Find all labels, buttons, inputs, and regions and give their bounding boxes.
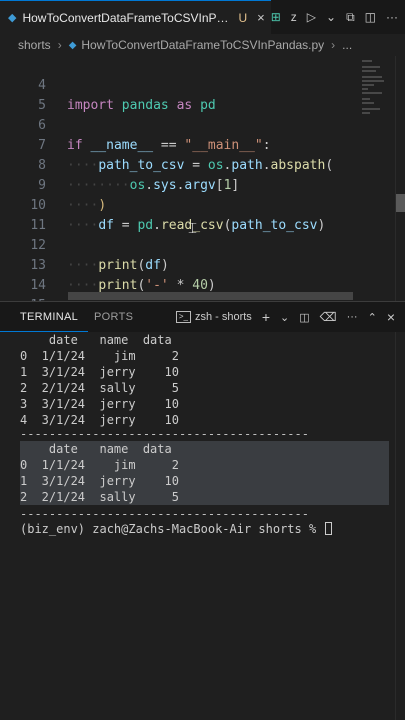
editor-actions-label: z [290,10,297,24]
terminal-line: 2 2/1/24 sally 5 [20,490,179,504]
terminal-selector[interactable]: >_ zsh - shorts [175,311,252,323]
terminal-line: 2 2/1/24 sally 5 [20,381,179,395]
terminal-line: date name data [20,333,172,347]
close-panel-icon[interactable]: × [387,309,395,325]
git-status-badge: U [238,10,248,25]
chevron-right-icon: › [57,38,62,52]
run-dropdown-icon[interactable]: ⌄ [326,10,336,24]
terminal-prompt: (biz_env) zach@Zachs-MacBook-Air shorts … [20,522,324,536]
python-file-icon: ◆ [8,12,17,24]
terminal-line: 1 3/1/24 jerry 10 [20,474,179,488]
terminal-line: ---------------------------------------- [20,427,309,441]
terminal-cursor [325,522,333,535]
python-file-icon: ◆ [68,39,77,51]
terminal-prompt-line: (biz_env) zach@Zachs-MacBook-Air shorts … [20,521,333,537]
breadcrumb: shorts › ◆ HowToConvertDataFrameToCSVInP… [0,34,405,56]
more-actions-icon[interactable]: ··· [386,10,398,24]
code-line: 6 if __name__ == "__main__": [0,96,360,153]
code-line: 14 [0,256,360,293]
compare-icon[interactable]: ⧉ [346,10,355,25]
code-line: 5 [0,76,360,113]
editor-horizontal-scrollbar[interactable] [68,292,353,300]
editor-scrollbar[interactable] [395,56,405,301]
breadcrumb-more[interactable]: ... [342,38,352,52]
terminal-line: 0 1/1/24 jim 2 [20,458,179,472]
editor-tab-active[interactable]: ◆ HowToConvertDataFrameToCSVInPandas.py … [0,0,271,34]
tab-terminal[interactable]: TERMINAL [0,302,88,332]
panel-header: TERMINAL PORTS >_ zsh - shorts + ⌄ ◫ ⌫ ·… [0,302,405,332]
chevron-down-icon[interactable]: ⌄ [280,311,289,324]
code-line: 9 ····) [0,156,360,213]
tab-ports[interactable]: PORTS [88,302,143,332]
terminal-line: 1 3/1/24 jerry 10 [20,365,179,379]
code-line: 7 ····path_to_csv = os.path.abspath( [0,116,360,173]
terminal-icon: >_ [175,311,191,323]
code-line: 8 ········os.sys.argv[1] [0,136,360,193]
minimap[interactable] [358,56,392,301]
tab-filename: HowToConvertDataFrameToCSVInPandas.py [22,10,235,25]
split-editor-icon[interactable]: ◫ [365,10,376,24]
editor-tab-bar: ◆ HowToConvertDataFrameToCSVInPandas.py … [0,0,405,35]
code-line: 4 import pandas as pd [0,56,360,113]
maximize-panel-icon[interactable]: ⌃ [368,311,377,324]
terminal-scrollbar[interactable] [395,332,405,720]
terminal-line: 0 1/1/24 jim 2 [20,349,179,363]
text-cursor-icon: ⌶ [188,219,198,237]
code-editor[interactable]: 4 import pandas as pd 5 6 if __name__ ==… [0,56,405,301]
code-line: 13 ····print('-' * 40) [0,236,360,293]
split-terminal-icon[interactable]: ◫ [299,311,309,324]
run-icon[interactable]: ▷ [307,10,316,24]
breadcrumb-file[interactable]: HowToConvertDataFrameToCSVInPandas.py [81,38,324,52]
editor-actions: ⊞ z ▷ ⌄ ⧉ ◫ ··· [271,10,405,25]
new-terminal-icon[interactable]: + [262,309,270,325]
terminal-line: ---------------------------------------- [20,507,309,521]
panel-actions: >_ zsh - shorts + ⌄ ◫ ⌫ ··· ⌃ × [175,309,405,325]
terminal-line: date name data [20,442,172,456]
breadcrumb-folder[interactable]: shorts [18,38,51,52]
terminal-name: zsh - shorts [194,311,252,323]
branch-icon[interactable]: ⊞ [271,10,281,24]
code-line: 12 ····print(df) [0,216,360,273]
editor-scroll-thumb[interactable] [396,194,405,212]
code-line: 10 ····df = pd.read_csv(path_to_csv) [0,176,360,233]
trash-icon[interactable]: ⌫ [320,310,337,324]
terminal[interactable]: date name data 0 1/1/24 jim 2 1 3/1/24 j… [0,332,405,720]
tab-close-icon[interactable]: × [257,10,265,25]
code-line: 11 [0,196,360,233]
chevron-right-icon: › [331,38,336,52]
more-icon[interactable]: ··· [347,311,358,323]
terminal-line: 3 3/1/24 jerry 10 [20,397,179,411]
